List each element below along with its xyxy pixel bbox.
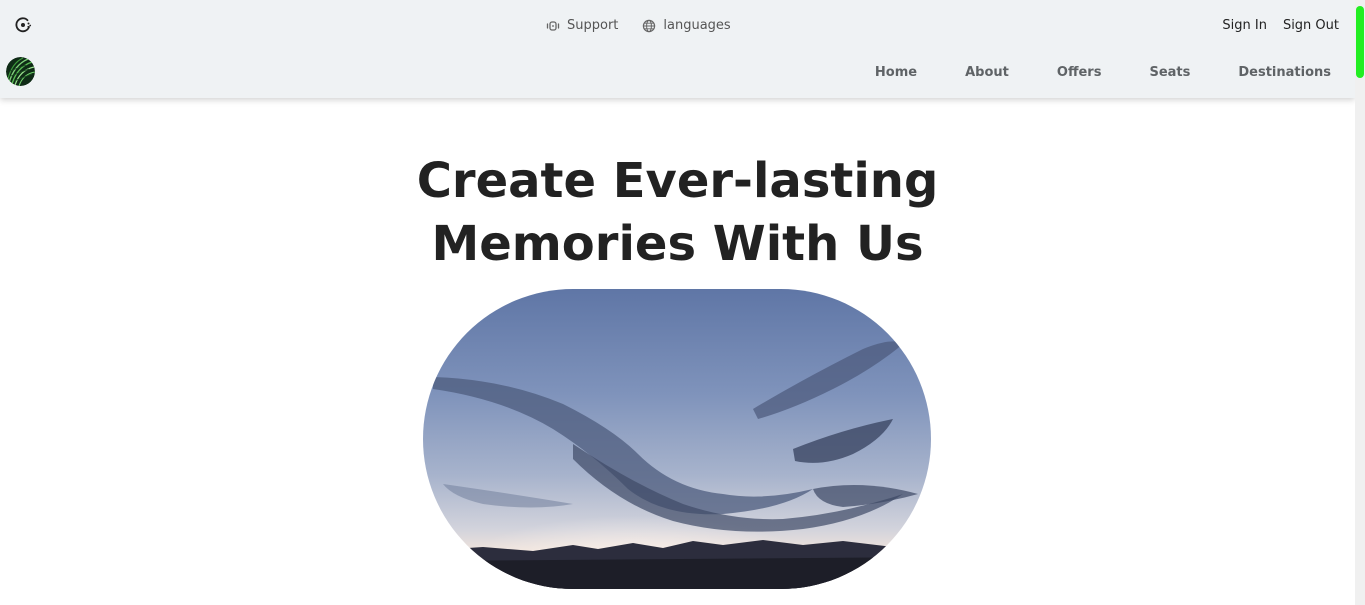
nav-about[interactable]: About (965, 65, 1009, 80)
languages-link[interactable]: languages (642, 18, 731, 33)
headset-icon (546, 20, 560, 31)
nav-home[interactable]: Home (875, 65, 917, 80)
page: Support languages Sign In Sign Out Home … (0, 0, 1365, 605)
nav-destinations[interactable]: Destinations (1238, 65, 1331, 80)
nav-offers[interactable]: Offers (1057, 65, 1102, 80)
sign-in-link[interactable]: Sign In (1222, 18, 1267, 33)
hero-title: Create Ever-lasting Memories With Us (0, 150, 1355, 276)
page-scrollbar[interactable] (1355, 0, 1365, 605)
scrollbar-thumb[interactable] (1356, 6, 1364, 78)
sky-landscape-image (423, 289, 931, 589)
languages-label: languages (663, 18, 731, 33)
nav-seats[interactable]: Seats (1149, 65, 1190, 80)
hero-title-line2: Memories With Us (431, 216, 924, 272)
top-links: Support languages (546, 18, 755, 33)
cookie-settings-icon[interactable] (14, 16, 32, 34)
site-header: Support languages Sign In Sign Out Home … (0, 0, 1355, 98)
main-nav: Home About Offers Seats Destinations (827, 65, 1331, 80)
sign-out-link[interactable]: Sign Out (1283, 18, 1339, 33)
hero-title-line1: Create Ever-lasting (416, 153, 939, 209)
support-link[interactable]: Support (546, 18, 618, 33)
support-label: Support (567, 18, 619, 33)
globe-icon (643, 19, 656, 32)
palm-leaf-logo-icon[interactable] (6, 57, 35, 86)
auth-links: Sign In Sign Out (1222, 18, 1339, 33)
